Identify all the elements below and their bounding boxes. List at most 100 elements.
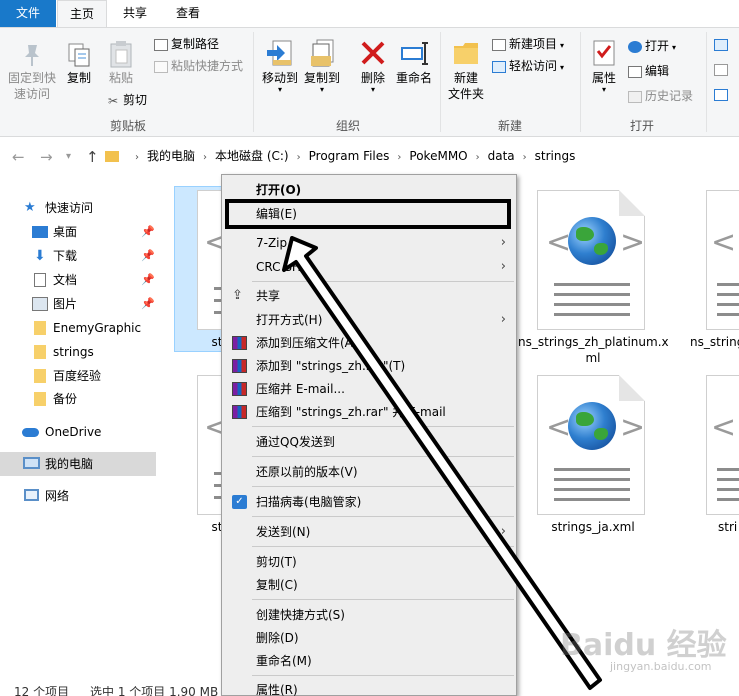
- menu-item-cut[interactable]: 剪切(T): [222, 551, 516, 573]
- chevron-down-icon: ▾: [370, 85, 375, 94]
- chevron-down-icon: ▾: [277, 85, 282, 94]
- menu-item-compress-rar-email[interactable]: 压缩到 "strings_zh.rar" 并 E-mail: [222, 401, 516, 423]
- group-label-open: 打开: [629, 119, 654, 133]
- breadcrumb-item[interactable]: PokeMMO: [409, 149, 467, 163]
- group-label-organize: 组织: [335, 119, 360, 133]
- history-button[interactable]: 历史记录: [628, 87, 693, 105]
- select-none-icon[interactable]: [714, 60, 731, 78]
- open-button[interactable]: 打开 ▾: [628, 37, 676, 57]
- menu-item-rename[interactable]: 重命名(M): [222, 650, 516, 672]
- group-separator: [706, 32, 707, 132]
- pin-quick-label-2: 速访问: [13, 87, 50, 101]
- menu-item-copy[interactable]: 复制(C): [222, 574, 516, 596]
- menu-item-add-rar[interactable]: 添加到 "strings_zh.rar"(T): [222, 355, 516, 377]
- nav-item-enemygraphic[interactable]: EnemyGraphic: [0, 316, 156, 340]
- nav-network[interactable]: 网络: [0, 484, 156, 508]
- nav-item-label: EnemyGraphic: [53, 321, 142, 335]
- nav-item-downloads[interactable]: ⬇ 下载 📌: [0, 244, 156, 268]
- pin-quick-access-button[interactable]: 固定到快 速访问: [4, 42, 60, 102]
- nav-this-pc[interactable]: 我的电脑: [0, 452, 156, 476]
- winrar-icon: [232, 336, 247, 350]
- tab-file[interactable]: 文件: [0, 0, 56, 27]
- nav-item-baidu-jingyan[interactable]: 百度经验: [0, 364, 156, 388]
- breadcrumb[interactable]: › 我的电脑 › 本地磁盘 (C:) › Program Files › PokeMMO › da…: [105, 144, 575, 168]
- xml-file-icon[interactable]: <: [706, 190, 739, 330]
- tab-view[interactable]: 查看: [163, 0, 213, 27]
- menu-item-send-to[interactable]: 发送到(N) ›: [222, 521, 516, 543]
- copy-icon: [68, 43, 90, 67]
- nav-item-backup[interactable]: 备份: [0, 387, 156, 411]
- nav-item-label: 图片: [53, 297, 78, 311]
- invert-selection-icon[interactable]: [714, 85, 731, 103]
- recent-locations-chevron-icon[interactable]: ▾: [66, 151, 71, 162]
- folder-icon: [34, 345, 46, 359]
- new-item-icon: [492, 38, 506, 51]
- chevron-right-icon: ›: [522, 152, 527, 163]
- xml-file-icon[interactable]: <: [706, 375, 739, 515]
- menu-item-7zip[interactable]: 7-Zip ›: [222, 232, 516, 254]
- xml-file-icon[interactable]: < >: [537, 375, 645, 515]
- copy-path-button[interactable]: 复制路径: [154, 35, 219, 53]
- up-arrow-icon[interactable]: ↑: [86, 148, 99, 166]
- select-all-icon[interactable]: [714, 35, 731, 53]
- file-name: stri: [718, 520, 738, 534]
- menu-item-send-qq[interactable]: 通过QQ发送到: [222, 431, 516, 453]
- ribbon: 固定到快 速访问 复制 粘贴 复制路径 粘贴快捷方式 ✂ 剪切 剪贴板 移动到 ▾…: [0, 27, 739, 137]
- breadcrumb-item[interactable]: strings: [535, 149, 576, 163]
- nav-item-desktop[interactable]: 桌面 📌: [0, 220, 156, 244]
- menu-item-open-with[interactable]: 打开方式(H) ›: [222, 309, 516, 331]
- nav-item-label: 文档: [53, 273, 78, 287]
- easy-access-button[interactable]: 轻松访问 ▾: [492, 57, 564, 77]
- new-item-button[interactable]: 新建项目 ▾: [492, 35, 564, 55]
- xml-file-icon[interactable]: < >: [537, 190, 645, 330]
- nav-quick-access[interactable]: ★ 快速访问: [0, 196, 156, 220]
- nav-item-strings[interactable]: strings: [0, 340, 156, 364]
- star-icon: ★: [24, 200, 36, 215]
- delete-button[interactable]: 删除 ▾: [356, 38, 390, 94]
- breadcrumb-item[interactable]: 我的电脑: [147, 149, 195, 163]
- chevron-down-icon: ▾: [560, 63, 565, 72]
- copy-path-icon: [154, 38, 168, 51]
- breadcrumb-item[interactable]: Program Files: [309, 149, 390, 163]
- menu-item-properties[interactable]: 属性(R): [222, 679, 516, 696]
- menu-item-crc-sha[interactable]: CRC SHA ›: [222, 256, 516, 278]
- new-folder-button[interactable]: 新建 文件夹: [446, 38, 486, 102]
- shield-icon: ✓: [232, 495, 247, 509]
- move-to-icon: [267, 40, 292, 66]
- copy-to-icon: [311, 39, 334, 67]
- nav-item-pictures[interactable]: 图片 📌: [0, 292, 156, 316]
- breadcrumb-item[interactable]: data: [488, 149, 515, 163]
- chevron-down-icon: ▾: [672, 43, 677, 52]
- file-name: strings_ja.xml: [551, 520, 635, 534]
- menu-item-compress-email[interactable]: 压缩并 E-mail...: [222, 378, 516, 400]
- pinned-icon: 📌: [141, 297, 155, 310]
- menu-item-add-archive[interactable]: 添加到压缩文件(A)...: [222, 332, 516, 354]
- properties-button[interactable]: 属性 ▾: [586, 38, 622, 94]
- menu-separator: [252, 281, 514, 282]
- rename-button[interactable]: 重命名: [394, 38, 434, 86]
- tab-home[interactable]: 主页: [57, 0, 107, 27]
- forward-arrow-icon[interactable]: →: [40, 148, 53, 166]
- nav-onedrive[interactable]: OneDrive: [0, 420, 156, 444]
- menu-item-open[interactable]: 打开(O): [222, 179, 516, 201]
- download-arrow-icon: ⬇: [34, 248, 46, 264]
- breadcrumb-item[interactable]: 本地磁盘 (C:): [215, 149, 289, 163]
- menu-item-restore[interactable]: 还原以前的版本(V): [222, 461, 516, 483]
- nav-item-documents[interactable]: 文档 📌: [0, 268, 156, 292]
- paste-shortcut-button[interactable]: 粘贴快捷方式: [154, 57, 243, 75]
- menu-item-create-shortcut[interactable]: 创建快捷方式(S): [222, 604, 516, 626]
- tab-share[interactable]: 共享: [110, 0, 160, 27]
- move-to-button[interactable]: 移动到 ▾: [260, 38, 300, 94]
- copy-to-button[interactable]: 复制到 ▾: [302, 38, 342, 94]
- cut-button[interactable]: ✂ 剪切: [106, 91, 147, 109]
- copy-button[interactable]: 复制: [62, 42, 96, 86]
- nav-item-label: 桌面: [53, 225, 78, 239]
- back-arrow-icon[interactable]: ←: [12, 148, 25, 166]
- pin-icon: [25, 45, 39, 66]
- menu-item-delete[interactable]: 删除(D): [222, 627, 516, 649]
- edit-button[interactable]: 编辑: [628, 62, 669, 80]
- menu-item-share[interactable]: ⇪ 共享: [222, 285, 516, 307]
- pinned-icon: 📌: [141, 273, 155, 286]
- paste-button[interactable]: 粘贴: [104, 40, 138, 86]
- menu-item-scan-virus[interactable]: ✓ 扫描病毒(电脑管家): [222, 491, 516, 513]
